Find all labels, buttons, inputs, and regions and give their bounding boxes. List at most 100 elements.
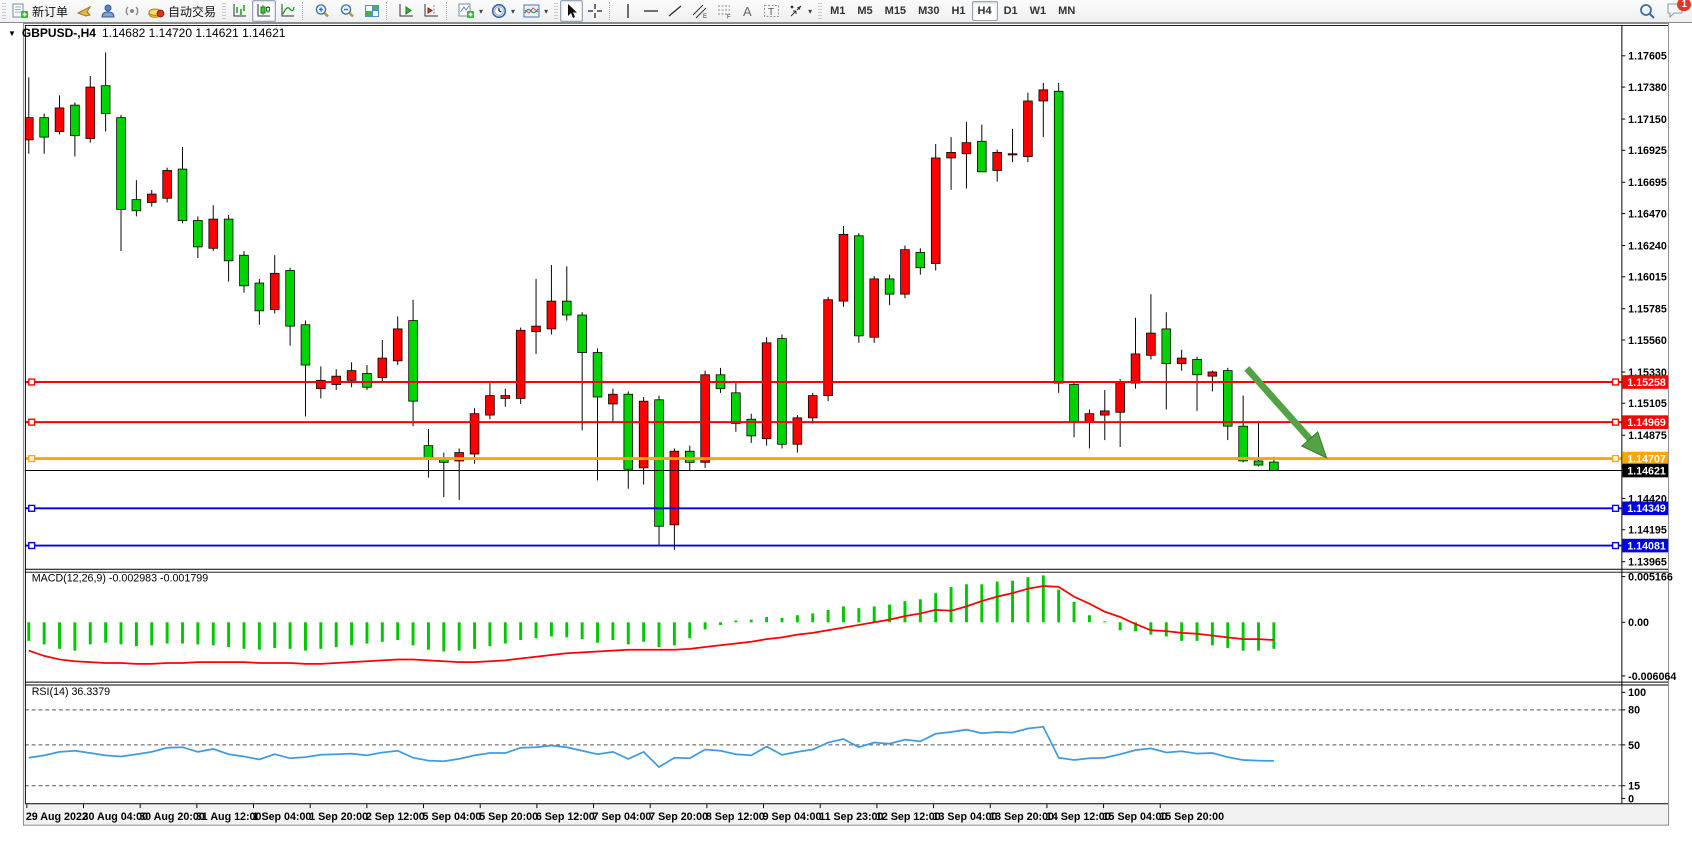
svg-text:1.14969: 1.14969: [1627, 417, 1666, 429]
line-handle: [29, 379, 35, 385]
crosshair-button[interactable]: [583, 0, 607, 22]
candle: [731, 393, 740, 424]
person-icon: [100, 3, 116, 19]
svg-text:MACD(12,26,9) -0.002983 -0.001: MACD(12,26,9) -0.002983 -0.001799: [32, 572, 209, 584]
line-handle: [1613, 419, 1619, 425]
gold-cursor-button[interactable]: [72, 0, 96, 22]
timeframe-button-M5[interactable]: M5: [851, 1, 878, 21]
candle: [670, 451, 679, 525]
candle: [409, 321, 418, 402]
svg-text:1.16240: 1.16240: [1628, 240, 1667, 252]
line-chart-icon: [280, 3, 296, 19]
svg-text:1.15258: 1.15258: [1627, 377, 1666, 389]
candle: [40, 118, 49, 137]
svg-text:1.15560: 1.15560: [1628, 335, 1667, 347]
candle: [839, 234, 848, 301]
cursor-button[interactable]: [560, 0, 583, 22]
toolbar-separator: [609, 2, 615, 20]
candle: [931, 158, 940, 264]
price-badge-1.15258: 1.15258: [1622, 375, 1668, 389]
candlestick-chart-button[interactable]: [252, 0, 276, 22]
timeframe-button-H4[interactable]: H4: [972, 1, 998, 21]
toolbar-grip: [818, 3, 822, 19]
svg-text:1.13965: 1.13965: [1628, 557, 1667, 569]
candle: [1131, 354, 1140, 383]
indicators-icon: [458, 3, 475, 19]
timeframe-button-M1[interactable]: M1: [824, 1, 851, 21]
price-badge-1.14969: 1.14969: [1622, 415, 1668, 429]
svg-text:50: 50: [1628, 740, 1640, 752]
periods-button[interactable]: ▾: [487, 0, 519, 22]
candle: [1085, 414, 1094, 422]
vertical-line-button[interactable]: [617, 0, 639, 22]
candle: [1239, 426, 1248, 461]
svg-text:1.17605: 1.17605: [1628, 51, 1667, 63]
auto-scroll-button[interactable]: [394, 0, 419, 22]
indicators-button[interactable]: ▾: [454, 0, 487, 22]
zoom-in-button[interactable]: [310, 0, 335, 22]
candle: [885, 279, 894, 294]
candle: [1070, 384, 1079, 422]
signals-button[interactable]: [120, 0, 144, 22]
candle: [1254, 461, 1263, 465]
dropdown-arrow-icon: ▾: [808, 7, 812, 16]
timeframe-button-M30[interactable]: M30: [912, 1, 945, 21]
candle: [1054, 91, 1063, 383]
equidistant-channel-icon: E: [691, 3, 708, 19]
trendline-icon: [667, 3, 683, 19]
svg-text:F: F: [727, 15, 731, 20]
candle: [55, 108, 64, 132]
timeframe-button-MN[interactable]: MN: [1052, 1, 1081, 21]
zoom-out-button[interactable]: [335, 0, 360, 22]
line-chart-button[interactable]: [276, 0, 300, 22]
arrows-button[interactable]: ▾: [784, 0, 816, 22]
svg-text:0.00: 0.00: [1628, 617, 1649, 629]
autotrading-button[interactable]: 自动交易: [144, 0, 220, 22]
templates-button[interactable]: ▾: [519, 0, 552, 22]
chart-ohlc-readout: 1.14682 1.14720 1.14621 1.14621: [102, 26, 286, 40]
text-label-button[interactable]: T: [759, 0, 784, 22]
chart-window[interactable]: 1.176051.173801.171501.169251.166951.164…: [0, 23, 1692, 848]
candle: [71, 105, 80, 136]
candle: [854, 236, 863, 336]
trendline-button[interactable]: [663, 0, 687, 22]
timeframe-button-W1[interactable]: W1: [1024, 1, 1053, 21]
svg-text:1.14349: 1.14349: [1627, 503, 1666, 515]
candle: [1193, 359, 1202, 374]
svg-text:T: T: [768, 7, 774, 18]
timeframe-button-D1[interactable]: D1: [998, 1, 1024, 21]
collapse-triangle-icon[interactable]: ▼: [8, 29, 16, 38]
chat-button[interactable]: 1: [1666, 2, 1684, 21]
timeframe-button-H1[interactable]: H1: [945, 1, 971, 21]
price-badge-1.14621: 1.14621: [1622, 464, 1668, 478]
line-handle: [29, 419, 35, 425]
gold-cursor-icon: [76, 3, 92, 19]
candle: [901, 250, 910, 294]
svg-text:8 Sep 12:00: 8 Sep 12:00: [706, 811, 765, 823]
equidistant-channel-button[interactable]: E: [687, 0, 712, 22]
line-handle: [29, 456, 35, 462]
svg-text:1.16015: 1.16015: [1628, 272, 1667, 284]
candle: [363, 373, 372, 387]
new-order-icon: [12, 3, 29, 19]
line-handle: [1613, 543, 1619, 549]
new-order-button[interactable]: 新订单: [8, 0, 72, 22]
arrows-icon: [788, 3, 804, 19]
svg-text:13 Sep 20:00: 13 Sep 20:00: [989, 811, 1054, 823]
bar-chart-button[interactable]: [228, 0, 252, 22]
tile-windows-button[interactable]: [360, 0, 384, 22]
chart-shift-button[interactable]: [419, 0, 444, 22]
search-icon[interactable]: [1639, 3, 1656, 20]
horizontal-line-button[interactable]: [639, 0, 663, 22]
svg-text:1.14195: 1.14195: [1628, 525, 1667, 537]
text-button[interactable]: A: [737, 0, 759, 22]
svg-text:RSI(14) 36.3379: RSI(14) 36.3379: [32, 686, 110, 698]
chart-canvas[interactable]: 1.176051.173801.171501.169251.166951.164…: [0, 23, 1692, 848]
fibonacci-button[interactable]: F: [712, 0, 737, 22]
candle: [701, 375, 710, 463]
timeframe-button-M15[interactable]: M15: [879, 1, 912, 21]
profile-button[interactable]: [96, 0, 120, 22]
svg-text:29 Aug 2022: 29 Aug 2022: [26, 811, 88, 823]
candle: [347, 371, 356, 381]
timeframe-group: M1M5M15M30H1H4D1W1MN: [824, 1, 1081, 21]
